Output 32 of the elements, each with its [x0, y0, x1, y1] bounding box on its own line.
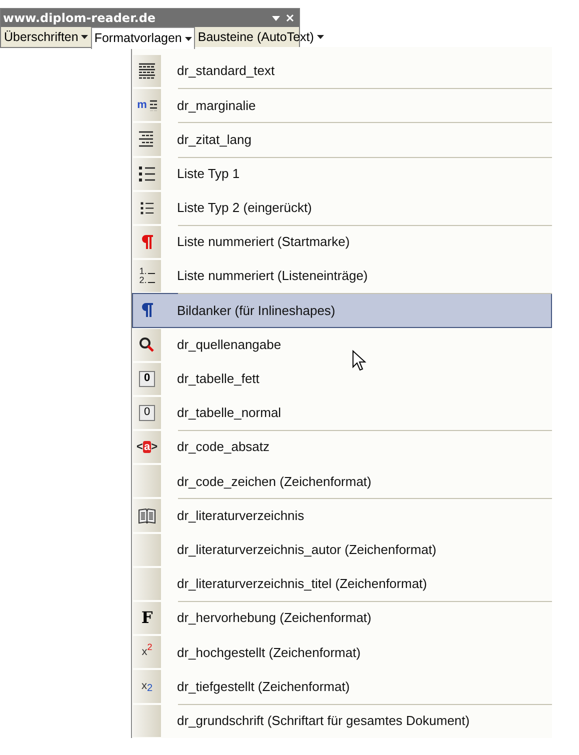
menu-item[interactable]: dr_grundschrift (Schriftart für gesamtes Dokument): [132, 704, 552, 738]
menu-item[interactable]: Liste nummeriert (Startmarke): [132, 224, 552, 260]
menu-item[interactable]: <a> dr_code_absatz: [132, 430, 552, 464]
window-title: www.diplom-reader.de: [3, 12, 156, 24]
menu-item[interactable]: dr_zitat_lang: [132, 122, 552, 157]
mouse-pointer-icon: [352, 350, 368, 372]
toolbar-menu-button[interactable]: Formatvorlagen: [91, 27, 195, 49]
menu-item[interactable]: Liste Typ 1: [132, 156, 552, 191]
dropdown-icon[interactable]: [272, 16, 280, 20]
menu-item[interactable]: dr_code_zeichen (Zeichenformat): [132, 464, 552, 498]
close-icon[interactable]: [286, 14, 294, 22]
menu-item[interactable]: Liste Typ 2 (eingerückt): [132, 190, 552, 225]
table-cell-icon: 0: [139, 370, 155, 387]
menu-item[interactable]: Bildanker (für Inlineshapes): [132, 293, 552, 328]
toolbar-menu-button[interactable]: Bausteine (AutoText): [194, 27, 327, 47]
bold-format-icon: F: [141, 610, 153, 626]
menu-item[interactable]: x$^{2}$ dr_hochgestellt (Zeichenformat): [132, 635, 552, 670]
menu-item[interactable]: dr_literaturverzeichnis_autor (Zeichenformat): [132, 532, 552, 567]
caret-icon: [184, 36, 192, 40]
menu-item[interactable]: dr_standard_text: [132, 54, 552, 88]
menu-item[interactable]: 0 dr_tabelle_normal: [132, 396, 552, 430]
menu-item[interactable]: dr_literaturverzeichnis: [132, 498, 552, 533]
menu-item[interactable]: dr_quellenangabe: [132, 328, 552, 362]
menu-item[interactable]: F dr_hervorhebung (Zeichenformat): [132, 601, 552, 636]
menu-item[interactable]: m dr_marginalie: [132, 88, 552, 122]
toolbar-menu-button[interactable]: Überschriften: [1, 27, 92, 47]
menu-item[interactable]: 0 dr_tabelle_fett: [132, 362, 552, 396]
menu-item[interactable]: dr_literaturverzeichnis_titel (Zeichenformat): [132, 566, 552, 601]
caret-icon: [316, 35, 324, 39]
caret-icon: [81, 35, 88, 39]
menu-item[interactable]: 1.2. Liste nummeriert (Listeneinträge): [132, 259, 552, 294]
table-cell-icon: 0: [139, 404, 155, 421]
